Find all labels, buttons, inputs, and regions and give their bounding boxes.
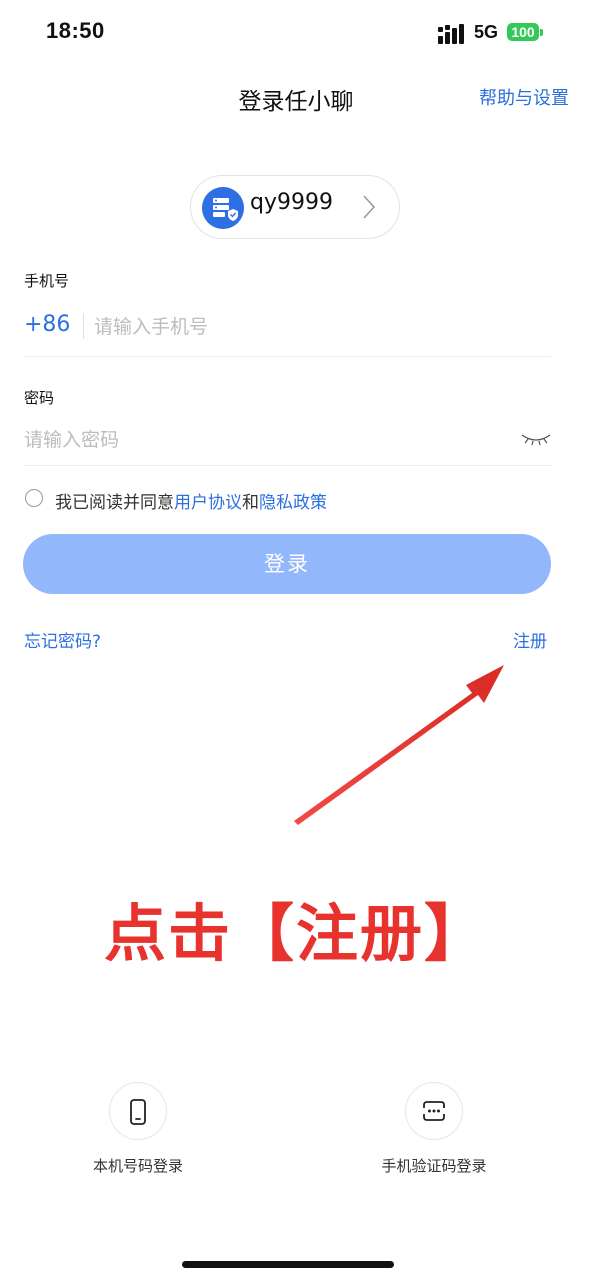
- agreement-text: 我已阅读并同意用户协议和隐私政策: [55, 488, 327, 513]
- phone-input[interactable]: [94, 313, 494, 341]
- password-input[interactable]: [24, 426, 484, 454]
- status-time: 18:50: [46, 18, 105, 43]
- phone-field-underline: [24, 356, 551, 357]
- battery-icon: 100: [507, 23, 539, 41]
- home-indicator: [182, 1261, 394, 1268]
- agreement-prefix: 我已阅读并同意: [55, 493, 174, 513]
- register-link[interactable]: 注册: [513, 627, 547, 652]
- password-label: 密码: [24, 389, 55, 407]
- chevron-right-icon: [363, 195, 376, 219]
- sms-code-login-label: 手机验证码登录: [381, 1157, 487, 1175]
- battery-tip: [540, 29, 543, 36]
- phone-label: 手机号: [24, 272, 70, 290]
- privacy-policy-link[interactable]: 隐私政策: [259, 493, 327, 513]
- annotation-text: 点击【注册】: [103, 897, 488, 970]
- password-field-underline: [24, 465, 551, 466]
- help-settings-link[interactable]: 帮助与设置: [479, 84, 569, 110]
- sms-code-icon: [423, 1101, 445, 1121]
- agreement-checkbox[interactable]: [25, 489, 43, 507]
- login-button[interactable]: 登录: [23, 534, 551, 594]
- forgot-password-link[interactable]: 忘记密码?: [24, 627, 101, 652]
- user-agreement-link[interactable]: 用户协议: [174, 493, 242, 513]
- server-name: qy9999: [250, 190, 333, 215]
- server-icon: [202, 187, 244, 229]
- local-number-login-label: 本机号码登录: [92, 1157, 183, 1175]
- annotation-arrow: [294, 665, 504, 825]
- signal-icon: [438, 24, 464, 44]
- country-code-divider: [83, 313, 84, 339]
- country-code-selector[interactable]: +86: [24, 312, 70, 337]
- mobile-phone-icon: [130, 1099, 146, 1125]
- network-type: 5G: [474, 22, 499, 42]
- eye-closed-icon[interactable]: [520, 431, 552, 447]
- agreement-conjunction: 和: [242, 493, 259, 513]
